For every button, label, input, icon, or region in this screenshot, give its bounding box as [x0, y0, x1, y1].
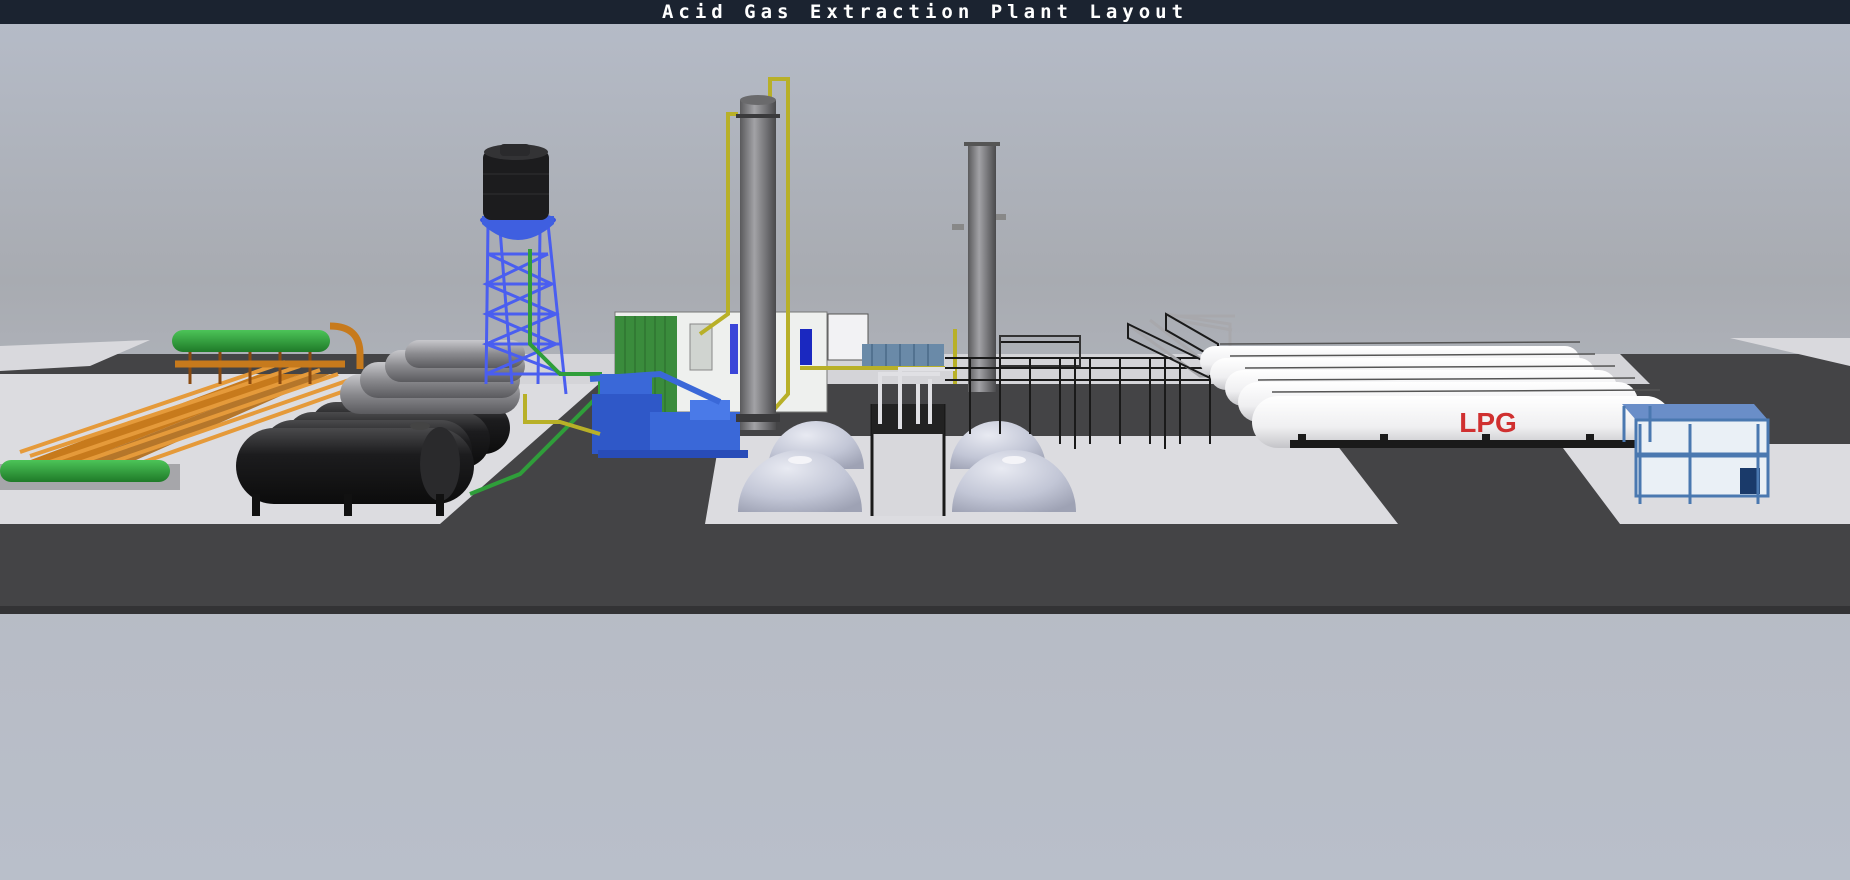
site-office-container	[1622, 404, 1770, 504]
window-title: Acid Gas Extraction Plant Layout	[661, 1, 1189, 23]
3d-viewport[interactable]: LPG	[0, 24, 1850, 880]
air-coolers	[862, 344, 944, 366]
plant-scene[interactable]: LPG	[0, 24, 1850, 880]
distillation-column-1	[736, 95, 780, 430]
lpg-tank-label: LPG	[1459, 407, 1517, 438]
title-bar: Acid Gas Extraction Plant Layout	[0, 0, 1850, 24]
